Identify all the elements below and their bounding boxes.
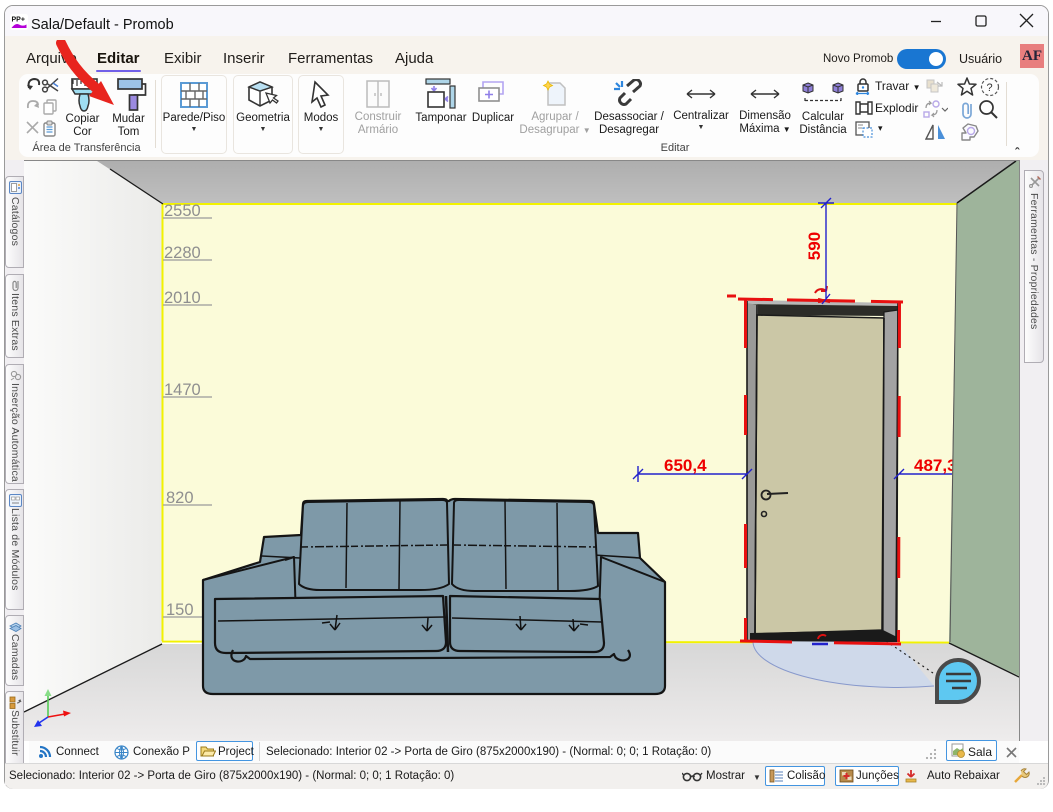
- svg-text:2280: 2280: [164, 244, 201, 262]
- svg-text:487,3: 487,3: [914, 456, 957, 475]
- svg-text:PP+: PP+: [12, 17, 25, 24]
- svg-text:2010: 2010: [164, 289, 201, 307]
- svg-text:?: ?: [987, 82, 993, 94]
- svg-text:2550: 2550: [164, 202, 201, 220]
- svg-text:150: 150: [166, 601, 194, 619]
- svg-text:820: 820: [166, 489, 194, 507]
- svg-text:1470: 1470: [164, 381, 201, 399]
- svg-text:650,4: 650,4: [664, 456, 707, 475]
- svg-text:590: 590: [805, 232, 824, 260]
